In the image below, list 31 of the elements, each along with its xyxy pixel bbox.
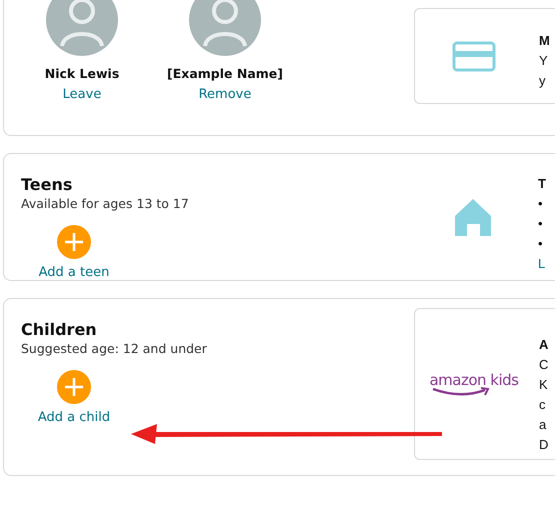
bullet-icon: •: [538, 234, 546, 254]
kids-logo: amazon kids: [429, 371, 518, 397]
section-title: Children: [21, 320, 98, 339]
panel-text: D: [539, 436, 548, 454]
panel-heading: M: [539, 32, 550, 50]
add-link[interactable]: Add a child: [38, 410, 110, 425]
add-icon[interactable]: [57, 225, 91, 259]
add-link[interactable]: Add a teen: [38, 265, 110, 280]
bullet-icon: •: [538, 214, 546, 234]
panel-text: C: [539, 356, 548, 374]
avatar-icon: [189, 0, 261, 56]
credit-card-icon: [452, 40, 496, 72]
member-action-link[interactable]: Remove: [198, 87, 252, 102]
section-title: Teens: [21, 175, 74, 194]
panel-text: a: [539, 416, 548, 434]
panel-text: K: [539, 376, 548, 394]
member-name: [Example Name]: [167, 66, 283, 81]
bullet-icon: •: [538, 194, 546, 214]
avatar-icon: [46, 0, 118, 56]
panel-heading: T: [538, 175, 546, 193]
section-subtitle: Available for ages 13 to 17: [21, 196, 190, 211]
member-action-link[interactable]: Leave: [62, 87, 102, 102]
add-icon[interactable]: [57, 370, 91, 404]
panel-text: y: [539, 72, 546, 90]
learn-link[interactable]: L: [538, 254, 546, 274]
house-icon: [455, 198, 491, 236]
panel-heading: A: [539, 336, 548, 354]
section-subtitle: Suggested age: 12 and under: [21, 341, 208, 356]
panel-text: c: [539, 396, 546, 414]
panel-text: Y: [539, 52, 549, 70]
member-name: Nick Lewis: [44, 66, 120, 81]
